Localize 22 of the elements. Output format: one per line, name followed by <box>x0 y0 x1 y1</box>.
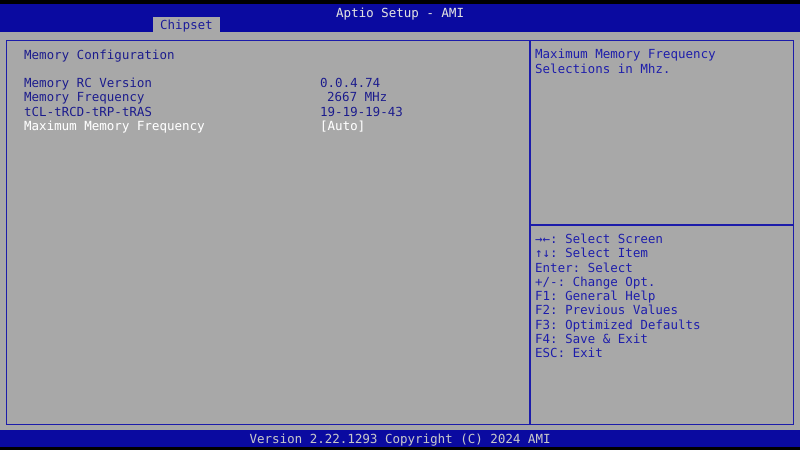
status-bar-text: Version 2.22.1293 Copyright (C) 2024 AMI <box>249 431 551 446</box>
info-value: 0.0.4.74 <box>320 76 382 90</box>
info-label: Memory RC Version <box>24 76 153 90</box>
key-hint: →←: Select Screen <box>535 232 664 246</box>
info-label: tCL-tRCD-tRP-tRAS <box>24 104 153 119</box>
key-hint: F3: Optimized Defaults <box>535 318 702 332</box>
tab[interactable]: Chipset <box>153 17 220 32</box>
key-hint: F1: General Help <box>535 289 656 304</box>
info-value: 19-19-19-43 <box>320 104 404 119</box>
help-text: Maximum Memory Frequency Selections in Mhz. <box>535 47 717 76</box>
key-hint: ↑↓: Select Item <box>535 246 649 261</box>
setting-value[interactable]: [Auto] <box>320 119 529 134</box>
key-hint: F4: Save & Exit <box>535 332 649 346</box>
key-hint: ESC: Exit <box>535 346 604 361</box>
info-value: 2667 MHz <box>326 90 388 104</box>
key-hint: +/-: Change Opt. <box>535 274 656 290</box>
key-hint: Enter: Select <box>535 260 634 275</box>
key-hint: F2: Previous Values <box>535 303 679 318</box>
setting-label[interactable]: Maximum Memory Frequency <box>24 119 320 134</box>
section-title: Memory Configuration <box>24 47 176 62</box>
info-label: Memory Frequency <box>24 90 146 104</box>
window-title: Aptio Setup - AMI <box>335 5 465 20</box>
